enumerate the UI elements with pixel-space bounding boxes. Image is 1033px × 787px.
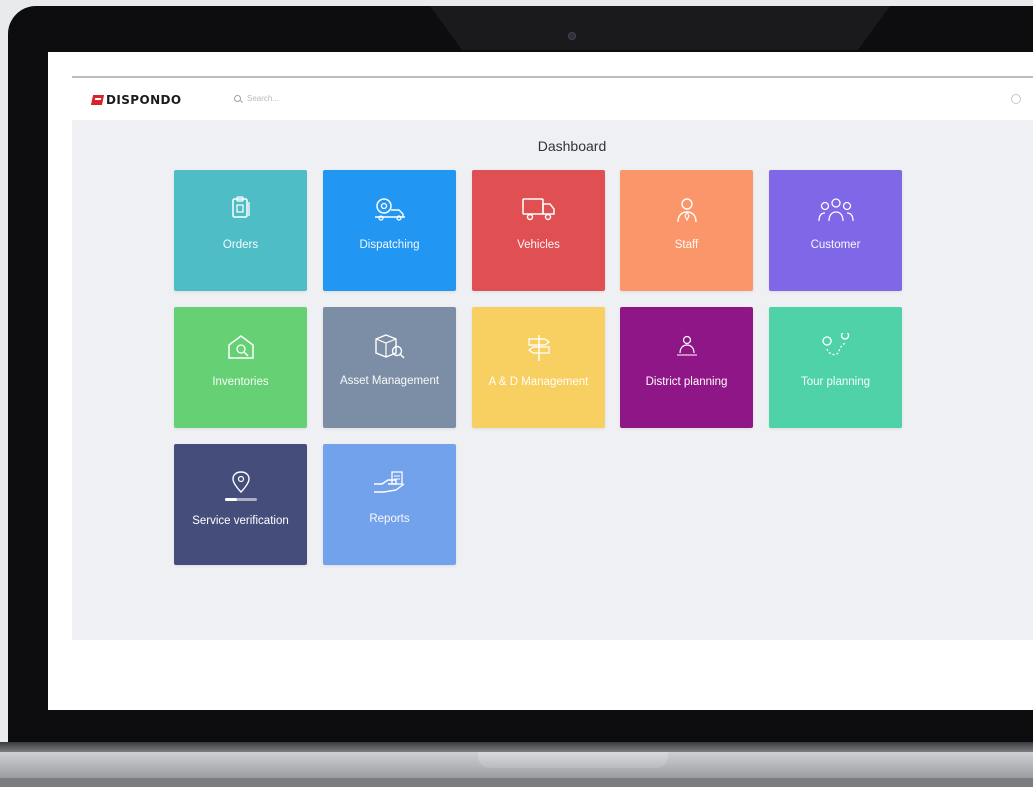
tile-label: A & D Management xyxy=(488,376,589,388)
tile-vehicles[interactable]: Vehicles xyxy=(472,170,605,291)
route-icon xyxy=(821,333,849,356)
tile-label: District planning xyxy=(645,376,728,388)
tile-label: Vehicles xyxy=(517,239,560,251)
logo-text: DISPONDO xyxy=(106,93,182,107)
laptop-scene: DISPONDO Search... Dashboard Orders Disp… xyxy=(0,0,1033,787)
person-icon xyxy=(676,198,697,223)
dashboard-content: Dashboard Orders Dispatching Vehicles St… xyxy=(72,120,1033,640)
box-search-icon xyxy=(374,334,405,359)
tile-label: Dispatching xyxy=(359,239,420,251)
laptop-base-edge xyxy=(0,778,1033,787)
tile-label: Inventories xyxy=(212,376,269,388)
location-pin-icon xyxy=(224,471,257,501)
app-header: DISPONDO Search... xyxy=(72,78,1033,120)
warehouse-icon xyxy=(227,335,254,359)
tile-label: Tour planning xyxy=(800,376,871,388)
map-person-icon xyxy=(676,335,697,356)
screen-footer-area xyxy=(48,640,1033,710)
tile-service-verification[interactable]: Service verification xyxy=(174,444,307,565)
laptop-hinge-strip xyxy=(0,742,1033,752)
logo[interactable]: DISPONDO xyxy=(92,92,181,108)
tile-dispatching[interactable]: Dispatching xyxy=(323,170,456,291)
tile-staff[interactable]: Staff xyxy=(620,170,753,291)
search-input[interactable]: Search... xyxy=(247,94,279,103)
tile-label: Reports xyxy=(369,513,410,525)
tile-label: Staff xyxy=(674,239,699,251)
page-title: Dashboard xyxy=(537,138,607,154)
settings-icon[interactable] xyxy=(1011,94,1021,104)
bezel-reflection xyxy=(430,6,890,50)
tile-label: Orders xyxy=(222,239,259,251)
tile-tour-planning[interactable]: Tour planning xyxy=(769,307,902,428)
dispatch-icon xyxy=(374,198,405,221)
tile-customer[interactable]: Customer xyxy=(769,170,902,291)
tile-label: Customer xyxy=(810,239,861,251)
tile-orders[interactable]: Orders xyxy=(174,170,307,291)
truck-icon xyxy=(521,198,555,221)
hand-document-icon xyxy=(373,471,404,493)
clipboard-icon xyxy=(231,196,250,218)
screen: DISPONDO Search... Dashboard Orders Disp… xyxy=(48,52,1033,710)
laptop-hinge-notch xyxy=(478,752,668,768)
tile-asset-management[interactable]: Asset Management xyxy=(323,307,456,428)
tile-label: Asset Management xyxy=(339,375,440,387)
tile-reports[interactable]: Reports xyxy=(323,444,456,565)
camera-icon xyxy=(568,32,576,40)
search-bar[interactable]: Search... xyxy=(234,94,279,103)
tile-district-planning[interactable]: District planning xyxy=(620,307,753,428)
tile-inventories[interactable]: Inventories xyxy=(174,307,307,428)
search-icon xyxy=(234,94,242,103)
group-icon xyxy=(817,198,854,222)
signpost-icon xyxy=(527,335,550,361)
tile-label: Service verification xyxy=(192,515,289,527)
logo-mark-icon xyxy=(92,94,104,106)
tile-a-d-management[interactable]: A & D Management xyxy=(472,307,605,428)
